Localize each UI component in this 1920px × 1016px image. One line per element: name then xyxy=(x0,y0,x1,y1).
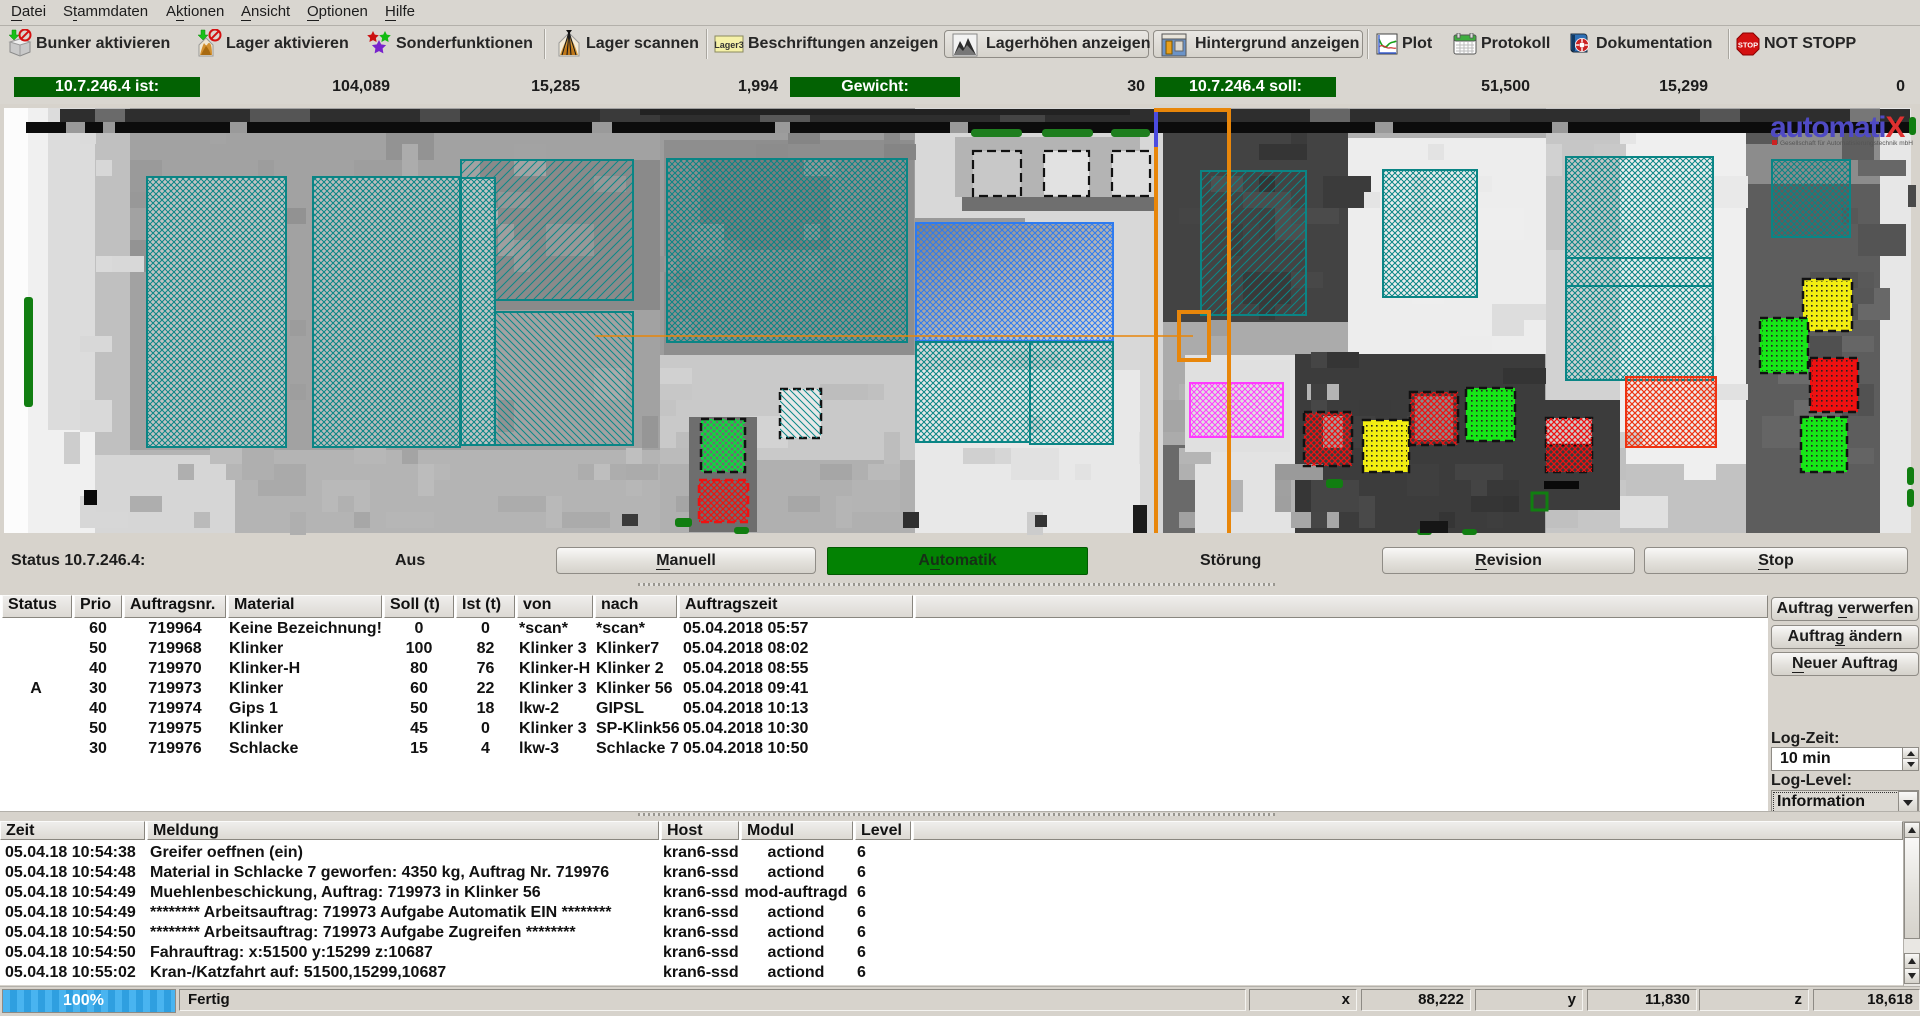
svg-text:STOP: STOP xyxy=(1738,41,1758,50)
svg-text:Lager3: Lager3 xyxy=(714,40,744,50)
svg-text:Gesellschaft für Automatisieru: Gesellschaft für Automatisierungstechnik… xyxy=(1780,140,1913,147)
